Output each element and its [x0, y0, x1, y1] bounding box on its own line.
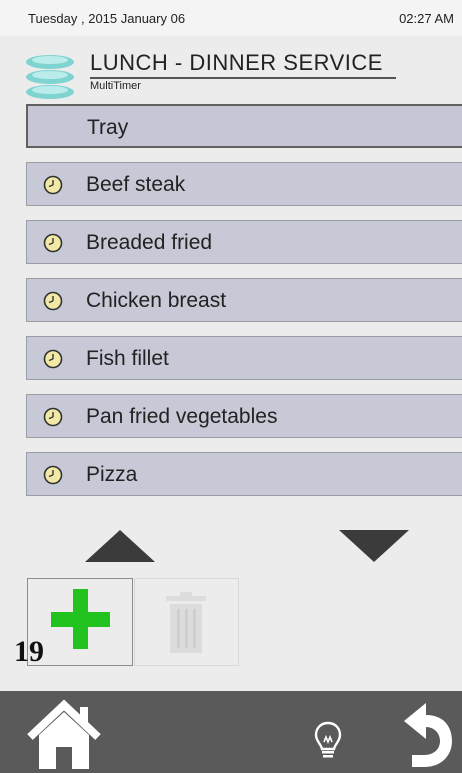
list-item-label: Tray [87, 116, 129, 139]
list-item[interactable]: Beef steak [26, 162, 462, 206]
lightbulb-icon[interactable] [313, 721, 343, 761]
list-item[interactable]: Chicken breast [26, 278, 462, 322]
list-item[interactable]: Pan fried vegetables [26, 394, 462, 438]
clock-icon [43, 407, 63, 427]
list-item-label: Breaded fried [86, 231, 213, 254]
clock-icon [43, 175, 63, 195]
trash-icon [166, 592, 206, 653]
clock-icon [43, 291, 63, 311]
list-item-label: Pan fried vegetables [86, 405, 278, 428]
delete-button[interactable] [134, 578, 239, 666]
page-title: LUNCH - DINNER SERVICE [90, 50, 383, 75]
page-subtitle: MultiTimer [90, 80, 141, 92]
status-bar: Tuesday , 2015 January 06 02:27 AM [0, 0, 462, 36]
header: LUNCH - DINNER SERVICE MultiTimer [0, 36, 462, 100]
list-item-label: Chicken breast [86, 289, 227, 312]
home-icon[interactable] [24, 691, 104, 773]
undo-arrow-icon[interactable] [396, 691, 458, 773]
status-date: Tuesday , 2015 January 06 [28, 11, 186, 26]
list-item-label: Pizza [86, 463, 138, 486]
clock-icon [43, 349, 63, 369]
status-time: 02:27 AM [399, 11, 454, 26]
bottom-navigation-bar [0, 691, 462, 773]
clock-icon [43, 233, 63, 253]
count-label: 19 [14, 635, 44, 668]
clock-icon [43, 465, 63, 485]
scroll-down-arrow-icon[interactable] [339, 530, 409, 562]
list-item[interactable]: Breaded fried [26, 220, 462, 264]
title-underline [90, 77, 396, 79]
list-item-label: Beef steak [86, 173, 186, 196]
stacked-plates-icon [26, 55, 74, 99]
list-item-tray[interactable]: Tray [26, 104, 462, 148]
list-item[interactable]: Fish fillet [26, 336, 462, 380]
list-item[interactable]: Pizza [26, 452, 462, 496]
scroll-up-arrow-icon[interactable] [85, 530, 155, 562]
list-item-label: Fish fillet [86, 347, 169, 370]
